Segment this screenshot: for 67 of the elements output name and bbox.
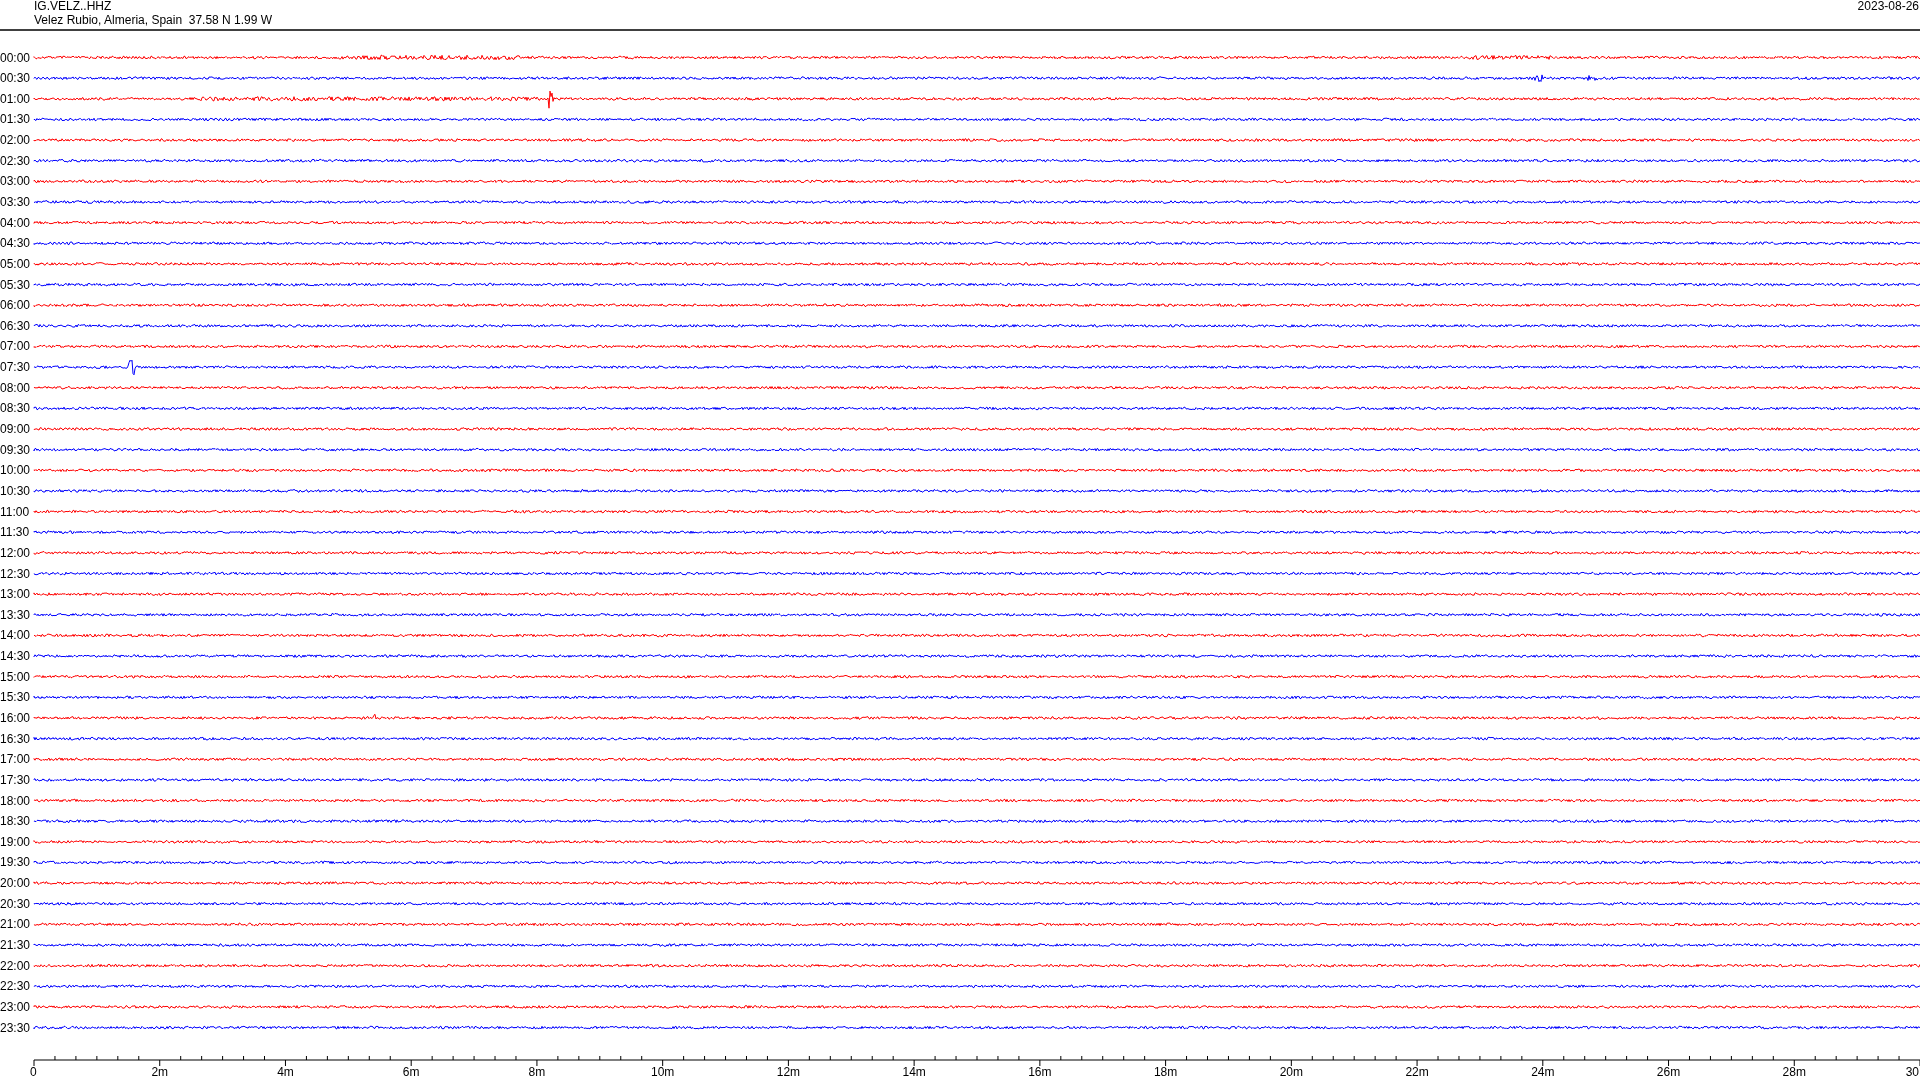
time-tick-label: 14m: [902, 1065, 926, 1079]
hour-label: 08:00: [0, 380, 31, 395]
hour-label: 01:00: [0, 91, 31, 106]
time-tick-label: 26m: [1656, 1065, 1681, 1079]
hour-label: 05:00: [0, 256, 31, 271]
hour-label: 07:00: [0, 339, 31, 354]
hour-label: 20:30: [0, 896, 31, 911]
hour-label: 13:30: [0, 607, 31, 622]
hour-label: 15:30: [0, 690, 31, 705]
hour-label: 22:00: [0, 958, 31, 973]
hour-label: 06:30: [0, 318, 31, 333]
hour-label: 05:30: [0, 277, 31, 292]
hour-label: 08:30: [0, 401, 31, 416]
hour-label: 18:00: [0, 793, 31, 808]
hour-label: 06:00: [0, 298, 31, 313]
time-tick-label: 8m: [528, 1065, 546, 1079]
time-tick-label: 20m: [1279, 1065, 1303, 1079]
hour-label: 09:00: [0, 422, 31, 436]
station-location: Velez Rubio, Almeria, Spain 37.58 N 1.99 W: [34, 13, 273, 27]
hour-label: 01:30: [0, 112, 31, 127]
hour-label: 10:00: [0, 463, 31, 478]
hour-label: 04:30: [0, 236, 31, 251]
hour-label: 16:00: [0, 711, 31, 725]
hour-label: 22:30: [0, 979, 31, 994]
time-tick-label: 12m: [776, 1065, 801, 1079]
time-tick-label: 10m: [651, 1065, 675, 1079]
hour-label: 12:30: [0, 566, 31, 581]
time-tick-label: 22m: [1405, 1065, 1429, 1079]
hour-label: 23:30: [0, 1020, 31, 1035]
hour-label: 21:30: [0, 938, 31, 952]
hour-label: 09:30: [0, 442, 31, 457]
hour-label: 19:00: [0, 834, 31, 849]
station-code: IG.VELZ..HHZ: [34, 0, 112, 13]
time-tick-label: 6m: [402, 1065, 420, 1079]
hour-label: 03:30: [0, 195, 31, 209]
hour-label: 17:30: [0, 772, 31, 787]
time-tick-label: 28m: [1782, 1065, 1806, 1079]
hour-label: 02:30: [0, 153, 31, 168]
time-tick-label: 30: [1905, 1065, 1919, 1079]
hour-label: 07:30: [0, 360, 31, 375]
time-tick-label: 4m: [277, 1065, 294, 1079]
hour-label: 21:00: [0, 917, 31, 932]
hour-label: 10:30: [0, 483, 31, 498]
hour-label: 17:00: [0, 752, 31, 767]
hour-label: 23:00: [0, 999, 31, 1014]
date-label: 2023-08-26: [1857, 0, 1919, 13]
hour-label: 16:30: [0, 731, 31, 746]
hour-label: 18:30: [0, 814, 31, 829]
time-tick-label: 24m: [1531, 1065, 1555, 1079]
hour-label: 19:30: [0, 855, 31, 870]
hour-label: 02:00: [0, 133, 31, 148]
hour-label: 12:00: [0, 545, 31, 560]
hour-label: 20:00: [0, 876, 31, 891]
hour-label: 00:30: [0, 71, 31, 86]
hour-label: 04:00: [0, 215, 31, 230]
hour-label: 11:00: [0, 504, 30, 519]
time-tick-label: 16m: [1028, 1065, 1052, 1079]
hour-label: 14:00: [0, 628, 31, 643]
hour-label: 15:00: [0, 669, 31, 684]
time-tick-label: 2m: [151, 1065, 169, 1079]
time-tick-label: 18m: [1153, 1065, 1178, 1079]
hour-label: 00:00: [0, 50, 31, 65]
time-tick-label: 0: [30, 1065, 37, 1079]
hour-label: 13:00: [0, 587, 31, 602]
hour-label: 14:30: [0, 649, 31, 664]
hour-label: 03:00: [0, 174, 31, 189]
hour-label: 11:30: [0, 525, 30, 540]
